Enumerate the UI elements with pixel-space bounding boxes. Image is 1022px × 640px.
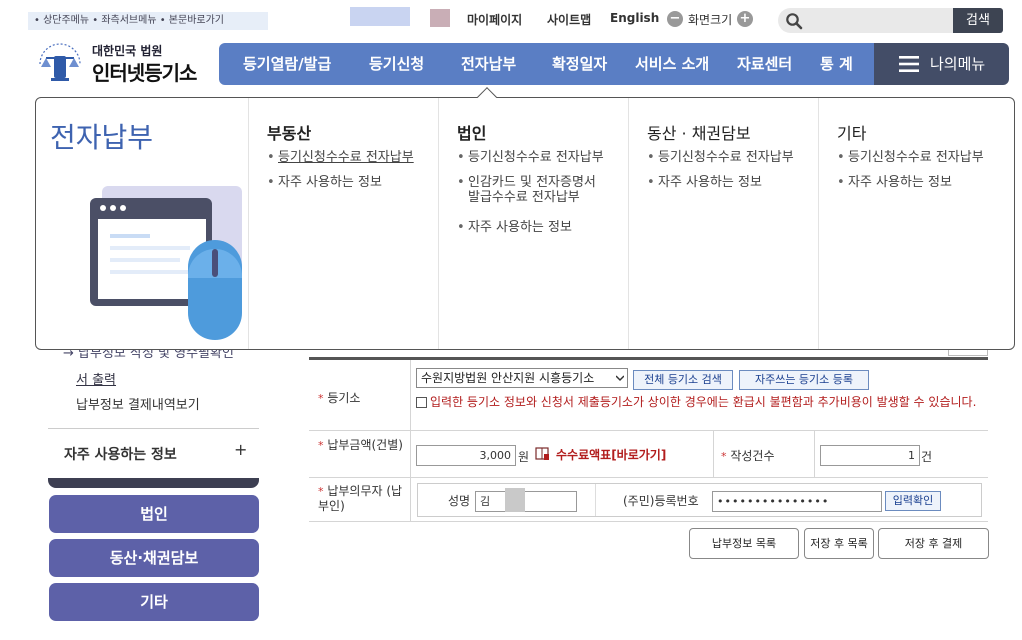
mega-item-other-fee[interactable]: 등기신청수수료 전자납부 <box>837 150 984 165</box>
save-and-pay-button[interactable]: 저장 후 결제 <box>878 528 989 559</box>
mega-col-list-corporation: 등기신청수수료 전자납부 인감카드 및 전자증명서 발급수수료 전자납부 자주 … <box>457 150 604 245</box>
payer-label: * 납부의무자 (납부인) <box>318 484 408 514</box>
mega-item-real-estate-info[interactable]: 자주 사용하는 정보 <box>267 175 414 190</box>
mega-item-movable-fee[interactable]: 등기신청수수료 전자납부 <box>647 150 794 165</box>
mega-col-list-movable: 등기신청수수료 전자납부 자주 사용하는 정보 <box>647 150 794 200</box>
nav-registry-view[interactable]: 등기열람/발급 <box>243 43 331 85</box>
mega-menu-title: 전자납부 <box>50 121 154 154</box>
mega-col-head-other[interactable]: 기타 <box>837 120 866 144</box>
divider <box>248 98 249 349</box>
my-menu-label: 나의메뉴 <box>930 55 986 73</box>
registry-notice: 입력한 등기소 정보와 신청서 제출등기소가 상이한 경우에는 환급시 불편함과… <box>430 395 977 409</box>
mega-item-corporation-seal-card[interactable]: 인감카드 및 전자증명서 발급수수료 전자납부 <box>457 175 604 205</box>
mega-col-list-other: 등기신청수수료 전자납부 자주 사용하는 정보 <box>837 150 984 200</box>
sidenav-footer-bar <box>48 478 259 488</box>
zoom-in-icon[interactable]: + <box>737 11 753 27</box>
register-frequent-button[interactable]: 자주쓰는 등기소 등록 <box>739 370 869 390</box>
sidenav-other-button[interactable]: 기타 <box>49 583 259 621</box>
amount-label: * 납부금액(건별) <box>318 437 408 454</box>
amount-unit: 원 <box>518 450 530 464</box>
divider <box>48 428 259 429</box>
mega-item-real-estate-fee[interactable]: 등기신청수수료 전자납부 <box>267 150 414 165</box>
nav-service-intro[interactable]: 서비스 소개 <box>635 43 709 85</box>
mouse-illustration-icon <box>90 186 242 340</box>
divider <box>713 431 714 477</box>
name-input[interactable]: 김 <box>475 491 577 512</box>
search-button[interactable]: 검색 <box>953 8 1003 33</box>
mega-col-head-movable[interactable]: 동산 · 채권담보 <box>647 120 751 144</box>
notice-checkbox[interactable] <box>416 397 427 408</box>
mega-col-list-real-estate: 등기신청수수료 전자납부 자주 사용하는 정보 <box>267 150 414 200</box>
court-emblem-logo[interactable] <box>34 40 86 86</box>
mega-item-movable-info[interactable]: 자주 사용하는 정보 <box>647 175 794 190</box>
all-registry-search-button[interactable]: 전체 등기소 검색 <box>633 370 733 390</box>
nav-e-payment[interactable]: 전자납부 <box>461 43 516 85</box>
search-icon <box>786 13 803 30</box>
logo-title[interactable]: 인터넷등기소 <box>92 57 197 86</box>
nav-fixed-date[interactable]: 확정일자 <box>552 43 607 85</box>
hamburger-icon <box>899 56 919 72</box>
registry-label: * 등기소 <box>318 389 361 406</box>
registry-select[interactable]: 수원지방법원 안산지원 시흥등기소 <box>416 368 628 388</box>
mega-item-corporation-fee[interactable]: 등기신청수수료 전자납부 <box>457 150 604 165</box>
nav-registry-apply[interactable]: 등기신청 <box>369 43 424 85</box>
id-number-input[interactable]: ••••••••••••••• <box>712 491 882 512</box>
placeholder-block <box>350 7 410 26</box>
count-unit: 건 <box>921 450 933 464</box>
registry-select-value: 수원지방법원 안산지원 시흥등기소 <box>421 371 595 385</box>
divider <box>595 484 596 516</box>
sitemap-link[interactable]: 사이트맵 <box>547 11 591 28</box>
mega-col-head-real-estate[interactable]: 부동산 <box>267 120 311 144</box>
nav-statistics[interactable]: 통 계 <box>820 43 853 85</box>
mega-item-corporation-info[interactable]: 자주 사용하는 정보 <box>457 220 604 235</box>
english-link[interactable]: English <box>610 11 659 25</box>
chevron-down-icon <box>616 375 624 382</box>
book-icon <box>535 447 549 460</box>
sidenav-item-print[interactable]: 서 출력 <box>76 369 116 388</box>
sidenav-movable-property-button[interactable]: 동산·채권담보 <box>49 539 259 577</box>
my-menu-button[interactable]: 나의메뉴 <box>874 43 1009 85</box>
expand-icon[interactable]: + <box>234 440 247 459</box>
mypage-link[interactable]: 마이페이지 <box>467 11 522 28</box>
fee-table-link[interactable]: 수수료액표[바로가기] <box>556 446 666 463</box>
divider <box>438 98 439 349</box>
sidenav-item-pay-history[interactable]: 납부정보 결제내역보기 <box>76 394 200 413</box>
divider <box>410 360 411 521</box>
mega-col-head-corporation[interactable]: 법인 <box>457 120 486 144</box>
nav-resource-center[interactable]: 자료센터 <box>737 43 792 85</box>
name-value: 김 <box>480 495 491 508</box>
confirm-input-button[interactable]: 입력확인 <box>885 491 941 511</box>
name-label: 성명 <box>448 494 471 508</box>
payment-list-button[interactable]: 납부정보 목록 <box>689 528 799 559</box>
mega-menu: 전자납부 부동산 등기신청수수료 전자납부 자주 사용하는 정보 법인 등기신청… <box>35 97 1015 350</box>
divider <box>309 521 988 522</box>
mega-item-other-info[interactable]: 자주 사용하는 정보 <box>837 175 984 190</box>
count-input[interactable]: 1 <box>820 445 920 466</box>
divider <box>814 431 815 477</box>
save-and-list-button[interactable]: 저장 후 목록 <box>804 528 874 559</box>
skip-links[interactable]: • 상단주메뉴 • 좌측서브메뉴 • 본문바로가기 <box>28 12 268 30</box>
amount-input[interactable]: 3,000 <box>416 445 516 466</box>
sidenav-corporation-button[interactable]: 법인 <box>49 495 259 533</box>
divider <box>818 98 819 349</box>
id-number-label: (주민)등록번호 <box>623 494 699 508</box>
redaction-block <box>505 488 525 512</box>
zoom-out-icon[interactable]: − <box>667 11 683 27</box>
zoom-label: 화면크기 <box>688 13 733 27</box>
divider <box>628 98 629 349</box>
count-label: * 작성건수 <box>721 447 775 464</box>
search-input[interactable] <box>778 8 953 33</box>
sidenav-item-frequent-info[interactable]: 자주 사용하는 정보 <box>64 444 177 464</box>
placeholder-block <box>430 9 450 27</box>
